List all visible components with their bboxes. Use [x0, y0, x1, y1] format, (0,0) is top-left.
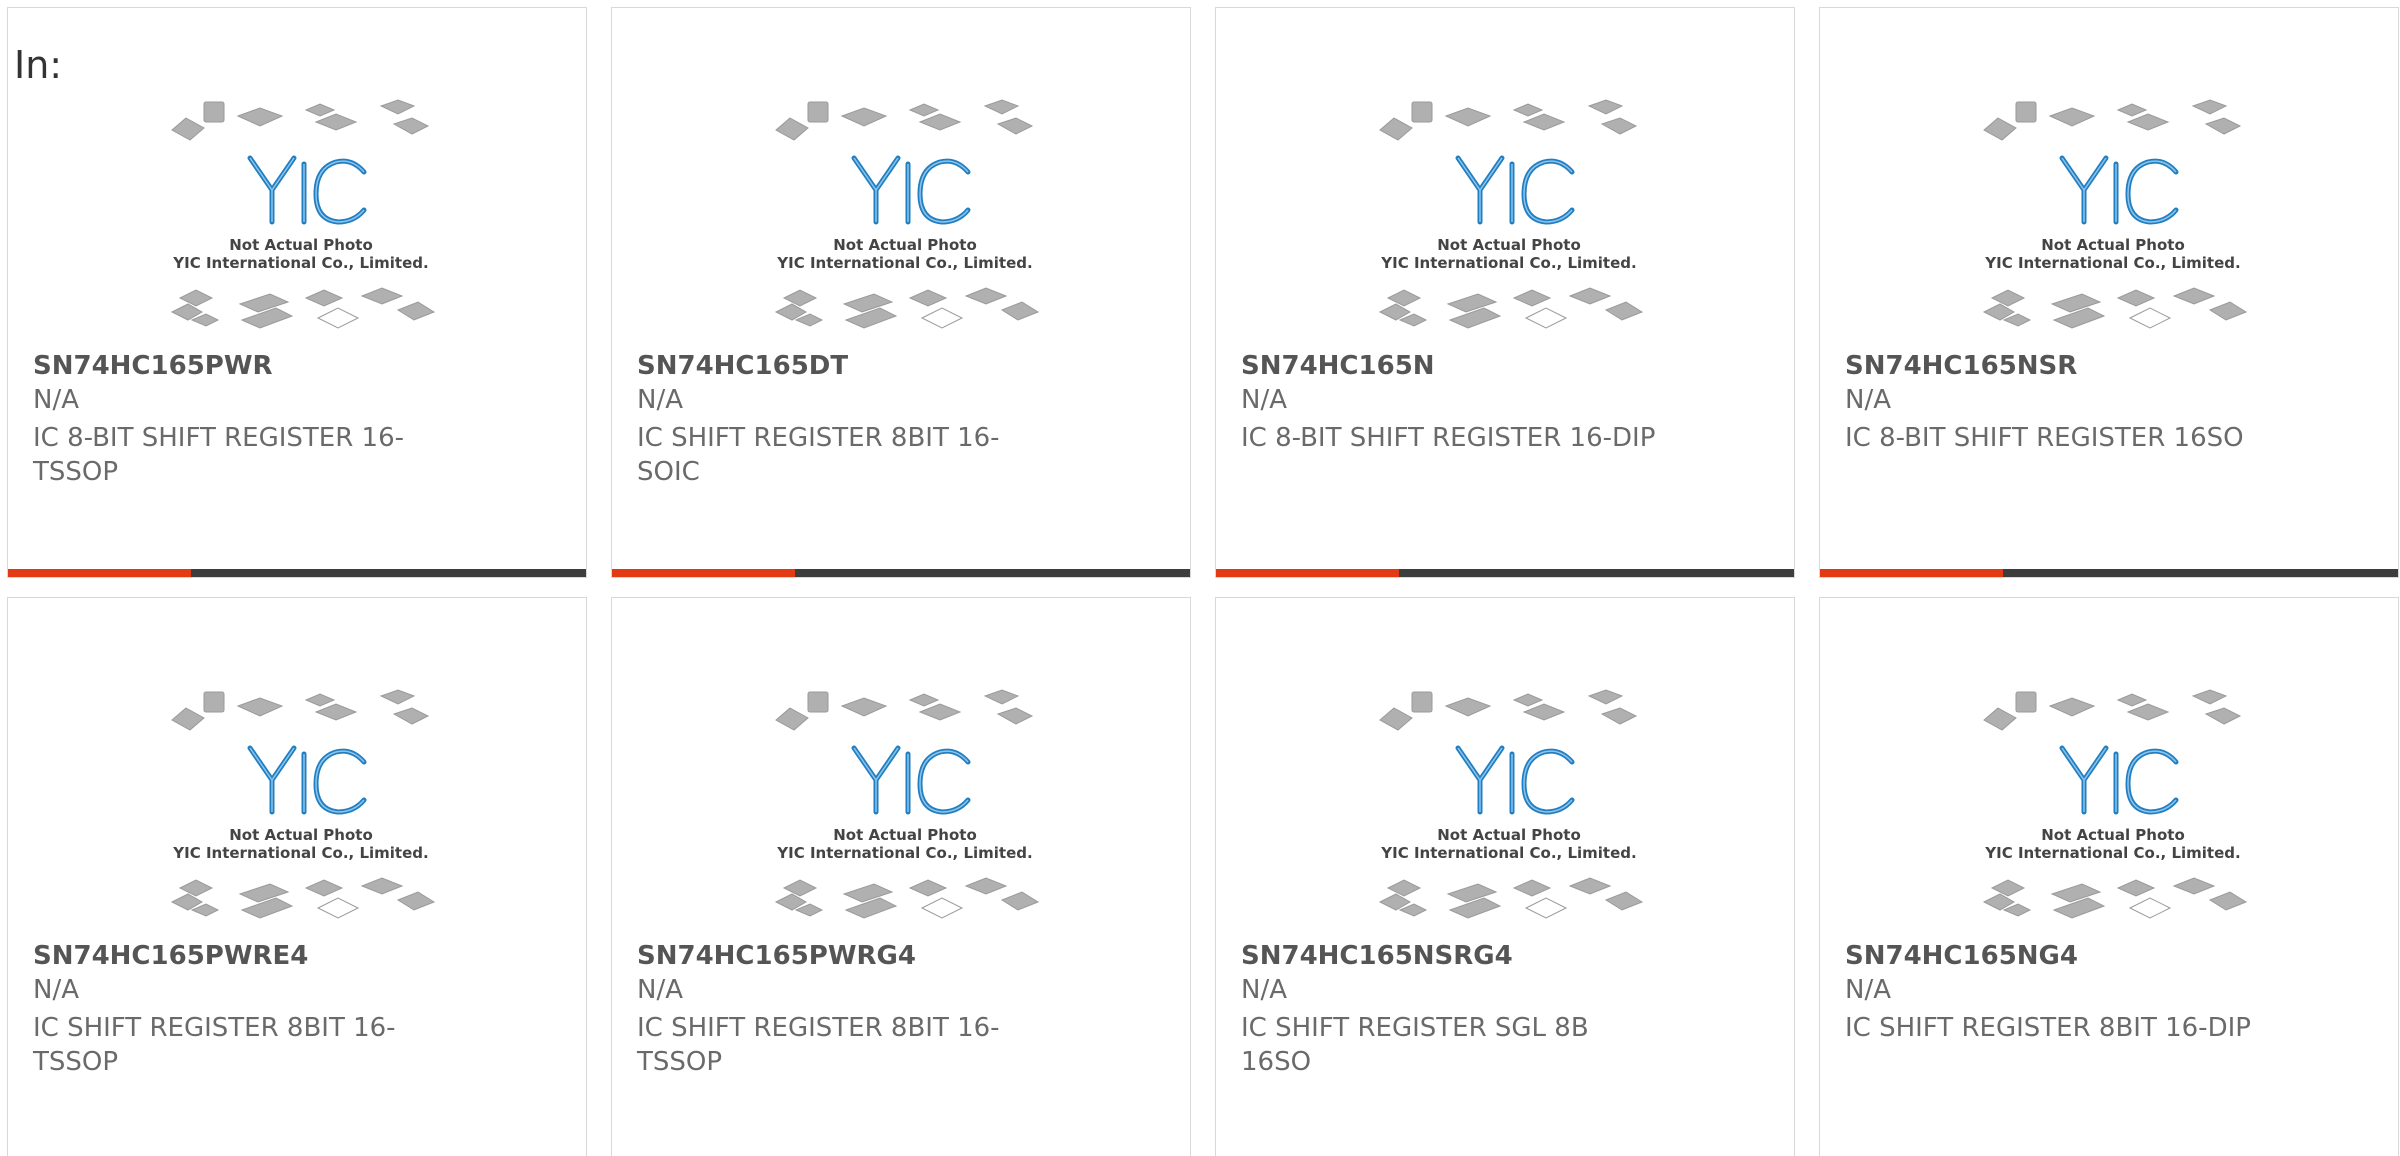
product-card[interactable]: Not Actual Photo YIC International Co., L…: [611, 597, 1191, 1156]
card-bottom-bar: [1216, 569, 1794, 577]
chip-icons-top: [1983, 689, 2242, 731]
photo-caption-line1: Not Actual Photo: [833, 826, 977, 844]
description: IC 8-BIT SHIFT REGISTER 16-TSSOP: [33, 423, 405, 487]
chip-icons-bottom: [1378, 287, 1644, 329]
card-bottom-bar: [1820, 569, 2398, 577]
not-actual-photo-image: Not Actual PhotoYIC International Co., L…: [1378, 689, 1644, 919]
product-card[interactable]: In: Not Actual Photo YIC International Co…: [7, 7, 587, 578]
card-accent-bar: [1216, 569, 1399, 577]
in-label: In:: [14, 43, 63, 87]
photo-caption-line2: YIC International Co., Limited.: [1380, 254, 1636, 272]
description: IC SHIFT REGISTER 8BIT 16-TSSOP: [33, 1013, 396, 1077]
chip-icons-top: [171, 689, 430, 731]
chip-icons-bottom: [170, 287, 436, 329]
chip-icons-bottom: [1378, 877, 1644, 919]
manufacturer: N/A: [1241, 385, 1287, 415]
product-grid: In: Not Actual Photo YIC International Co…: [0, 0, 2400, 1156]
description: IC SHIFT REGISTER 8BIT 16-TSSOP: [637, 1013, 1000, 1077]
photo-caption-line2: YIC International Co., Limited.: [776, 844, 1032, 862]
yic-logo-icon: [2059, 745, 2179, 815]
part-number-link[interactable]: SN74HC165PWRG4: [637, 943, 916, 969]
product-card[interactable]: Not Actual Photo YIC International Co., L…: [611, 7, 1191, 578]
yic-logo-icon: [2059, 155, 2179, 225]
card-accent-bar: [612, 569, 795, 577]
chip-icons-top: [775, 689, 1034, 731]
not-actual-photo-image: Not Actual PhotoYIC International Co., L…: [774, 99, 1040, 329]
chip-icons-bottom: [774, 287, 1040, 329]
photo-caption-line1: Not Actual Photo: [1437, 826, 1581, 844]
chip-icons-bottom: [1982, 287, 2248, 329]
description: IC SHIFT REGISTER 8BIT 16-DIP: [1845, 1013, 2251, 1043]
manufacturer: N/A: [1845, 975, 1891, 1005]
manufacturer: N/A: [1241, 975, 1287, 1005]
part-number-link[interactable]: SN74HC165NSRG4: [1241, 943, 1513, 969]
part-number-link[interactable]: SN74HC165DT: [637, 353, 848, 379]
not-actual-photo-image: Not Actual PhotoYIC International Co., L…: [170, 99, 436, 329]
yic-logo-icon: [247, 745, 367, 815]
yic-logo-icon: [851, 745, 971, 815]
description: IC 8-BIT SHIFT REGISTER 16SO: [1845, 423, 2244, 453]
photo-caption-line1: Not Actual Photo: [229, 826, 373, 844]
photo-caption-line2: YIC International Co., Limited.: [172, 254, 428, 272]
photo-caption-line1: Not Actual Photo: [2041, 236, 2185, 254]
chip-icons-top: [171, 99, 430, 141]
manufacturer: N/A: [637, 975, 683, 1005]
product-card[interactable]: Not Actual Photo YIC International Co., L…: [1819, 7, 2399, 578]
chip-icons-top: [775, 99, 1034, 141]
photo-caption-line2: YIC International Co., Limited.: [1984, 254, 2240, 272]
manufacturer: N/A: [33, 385, 79, 415]
card-accent-bar: [8, 569, 191, 577]
yic-logo-icon: [1455, 155, 1575, 225]
manufacturer: N/A: [637, 385, 683, 415]
chip-icons-bottom: [774, 877, 1040, 919]
description: IC SHIFT REGISTER 8BIT 16-SOIC: [637, 423, 1000, 487]
photo-caption-line1: Not Actual Photo: [229, 236, 373, 254]
product-card[interactable]: Not Actual Photo YIC International Co., L…: [1819, 597, 2399, 1156]
chip-icons-top: [1379, 99, 1638, 141]
card-bottom-bar: [8, 569, 586, 577]
chip-icons-top: [1379, 689, 1638, 731]
product-card[interactable]: Not Actual Photo YIC International Co., L…: [1215, 597, 1795, 1156]
not-actual-photo-image: Not Actual PhotoYIC International Co., L…: [1982, 99, 2248, 329]
photo-caption-line1: Not Actual Photo: [833, 236, 977, 254]
photo-caption-line2: YIC International Co., Limited.: [172, 844, 428, 862]
manufacturer: N/A: [33, 975, 79, 1005]
chip-icons-top: [1983, 99, 2242, 141]
yic-logo-icon: [247, 155, 367, 225]
card-accent-bar: [1820, 569, 2003, 577]
yic-logo-icon: [851, 155, 971, 225]
not-actual-photo-image: Not Actual PhotoYIC International Co., L…: [774, 689, 1040, 919]
chip-icons-bottom: [1982, 877, 2248, 919]
part-number-link[interactable]: SN74HC165N: [1241, 353, 1435, 379]
part-number-link[interactable]: SN74HC165NSR: [1845, 353, 2077, 379]
product-card[interactable]: Not Actual Photo YIC International Co., L…: [1215, 7, 1795, 578]
part-number-link[interactable]: SN74HC165NG4: [1845, 943, 2078, 969]
photo-caption-line1: Not Actual Photo: [2041, 826, 2185, 844]
photo-caption-line2: YIC International Co., Limited.: [776, 254, 1032, 272]
description: IC SHIFT REGISTER SGL 8B 16SO: [1241, 1013, 1589, 1077]
photo-caption-line2: YIC International Co., Limited.: [1380, 844, 1636, 862]
yic-logo-icon: [1455, 745, 1575, 815]
part-number-link[interactable]: SN74HC165PWRE4: [33, 943, 308, 969]
not-actual-photo-image: Not Actual PhotoYIC International Co., L…: [170, 689, 436, 919]
chip-icons-bottom: [170, 877, 436, 919]
not-actual-photo-image: Not Actual PhotoYIC International Co., L…: [1982, 689, 2248, 919]
part-number-link[interactable]: SN74HC165PWR: [33, 353, 273, 379]
photo-caption-line2: YIC International Co., Limited.: [1984, 844, 2240, 862]
description: IC 8-BIT SHIFT REGISTER 16-DIP: [1241, 423, 1656, 453]
not-actual-photo-image: Not Actual PhotoYIC International Co., L…: [1378, 99, 1644, 329]
manufacturer: N/A: [1845, 385, 1891, 415]
photo-caption-line1: Not Actual Photo: [1437, 236, 1581, 254]
card-bottom-bar: [612, 569, 1190, 577]
product-card[interactable]: Not Actual Photo YIC International Co., L…: [7, 597, 587, 1156]
